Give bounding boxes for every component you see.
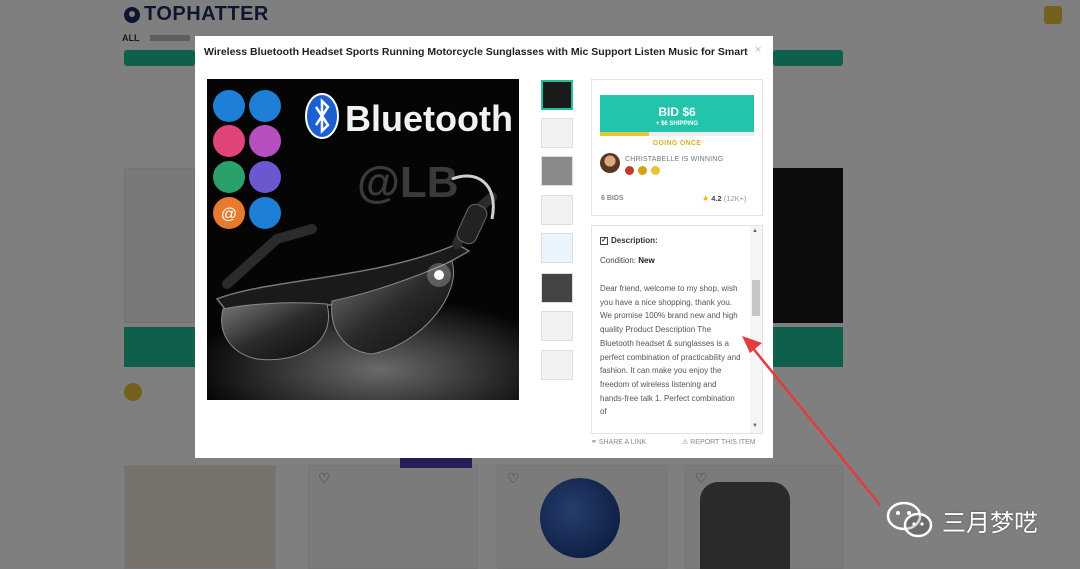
- annotation-arrow: [742, 336, 881, 506]
- watermark-text: 三月梦呓: [942, 508, 1038, 537]
- wechat-icon: [886, 501, 933, 538]
- watermark: 三月梦呓: [886, 500, 1038, 540]
